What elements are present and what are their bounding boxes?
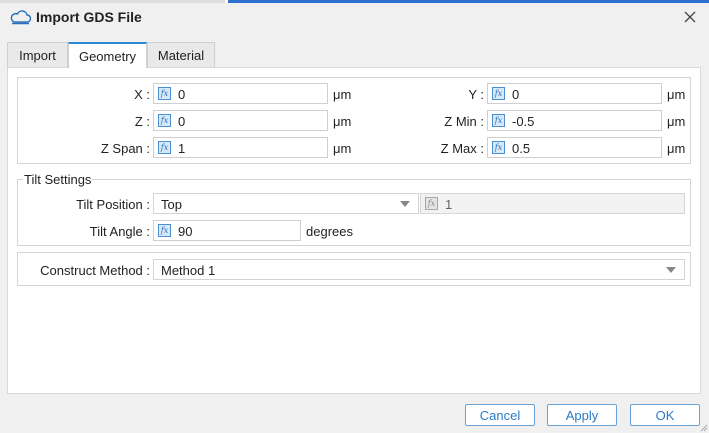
fx-icon[interactable]: fx [158,224,171,237]
y-label: Y : [468,87,484,102]
z-max-input[interactable]: fx 0.5 [487,137,662,158]
z-input[interactable]: fx 0 [153,110,328,131]
tilt-position-select[interactable]: Top [153,193,419,214]
z-label: Z : [134,114,150,129]
z-min-unit: μm [667,114,686,129]
fx-icon[interactable]: fx [158,114,171,127]
x-label: X : [134,87,150,102]
tilt-position-value-input: fx 1 [420,193,685,214]
tilt-angle-input[interactable]: fx 90 [153,220,301,241]
ok-button[interactable]: OK [630,404,700,426]
z-span-label: Z Span : [100,141,150,156]
z-unit: μm [333,114,352,129]
z-min-label: Z Min : [444,114,484,129]
fx-icon: fx [425,197,438,210]
fx-icon[interactable]: fx [492,141,505,154]
title-bar: Import GDS File [0,3,709,32]
tab-import-label: Import [19,47,56,63]
fx-icon[interactable]: fx [158,87,171,100]
tab-material[interactable]: Material [147,42,215,67]
fx-icon[interactable]: fx [158,141,171,154]
x-unit: μm [333,87,352,102]
window-title: Import GDS File [36,9,142,25]
construct-method-select[interactable]: Method 1 [153,259,685,280]
z-max-label: Z Max : [440,141,484,156]
tab-import[interactable]: Import [7,42,68,67]
tilt-angle-label: Tilt Angle : [89,224,150,239]
tilt-angle-unit: degrees [306,224,353,239]
app-cloud-icon [10,10,32,25]
chevron-down-icon [400,201,410,207]
fx-icon[interactable]: fx [492,114,505,127]
resize-grip-icon[interactable] [698,422,708,432]
tab-geometry-label: Geometry [78,48,137,64]
tilt-settings-title: Tilt Settings [23,172,93,187]
tab-geometry[interactable]: Geometry [68,42,147,68]
apply-button[interactable]: Apply [547,404,617,426]
fx-icon[interactable]: fx [492,87,505,100]
y-input[interactable]: fx 0 [487,83,662,104]
chevron-down-icon [666,267,676,273]
z-span-input[interactable]: fx 1 [153,137,328,158]
tab-material-label: Material [157,47,205,63]
z-span-unit: μm [333,141,352,156]
tilt-position-label: Tilt Position : [76,197,150,212]
close-icon[interactable] [680,7,700,27]
x-input[interactable]: fx 0 [153,83,328,104]
construct-method-label: Construct Method : [40,263,150,278]
z-max-unit: μm [667,141,686,156]
z-min-input[interactable]: fx -0.5 [487,110,662,131]
y-unit: μm [667,87,686,102]
cancel-button[interactable]: Cancel [465,404,535,426]
